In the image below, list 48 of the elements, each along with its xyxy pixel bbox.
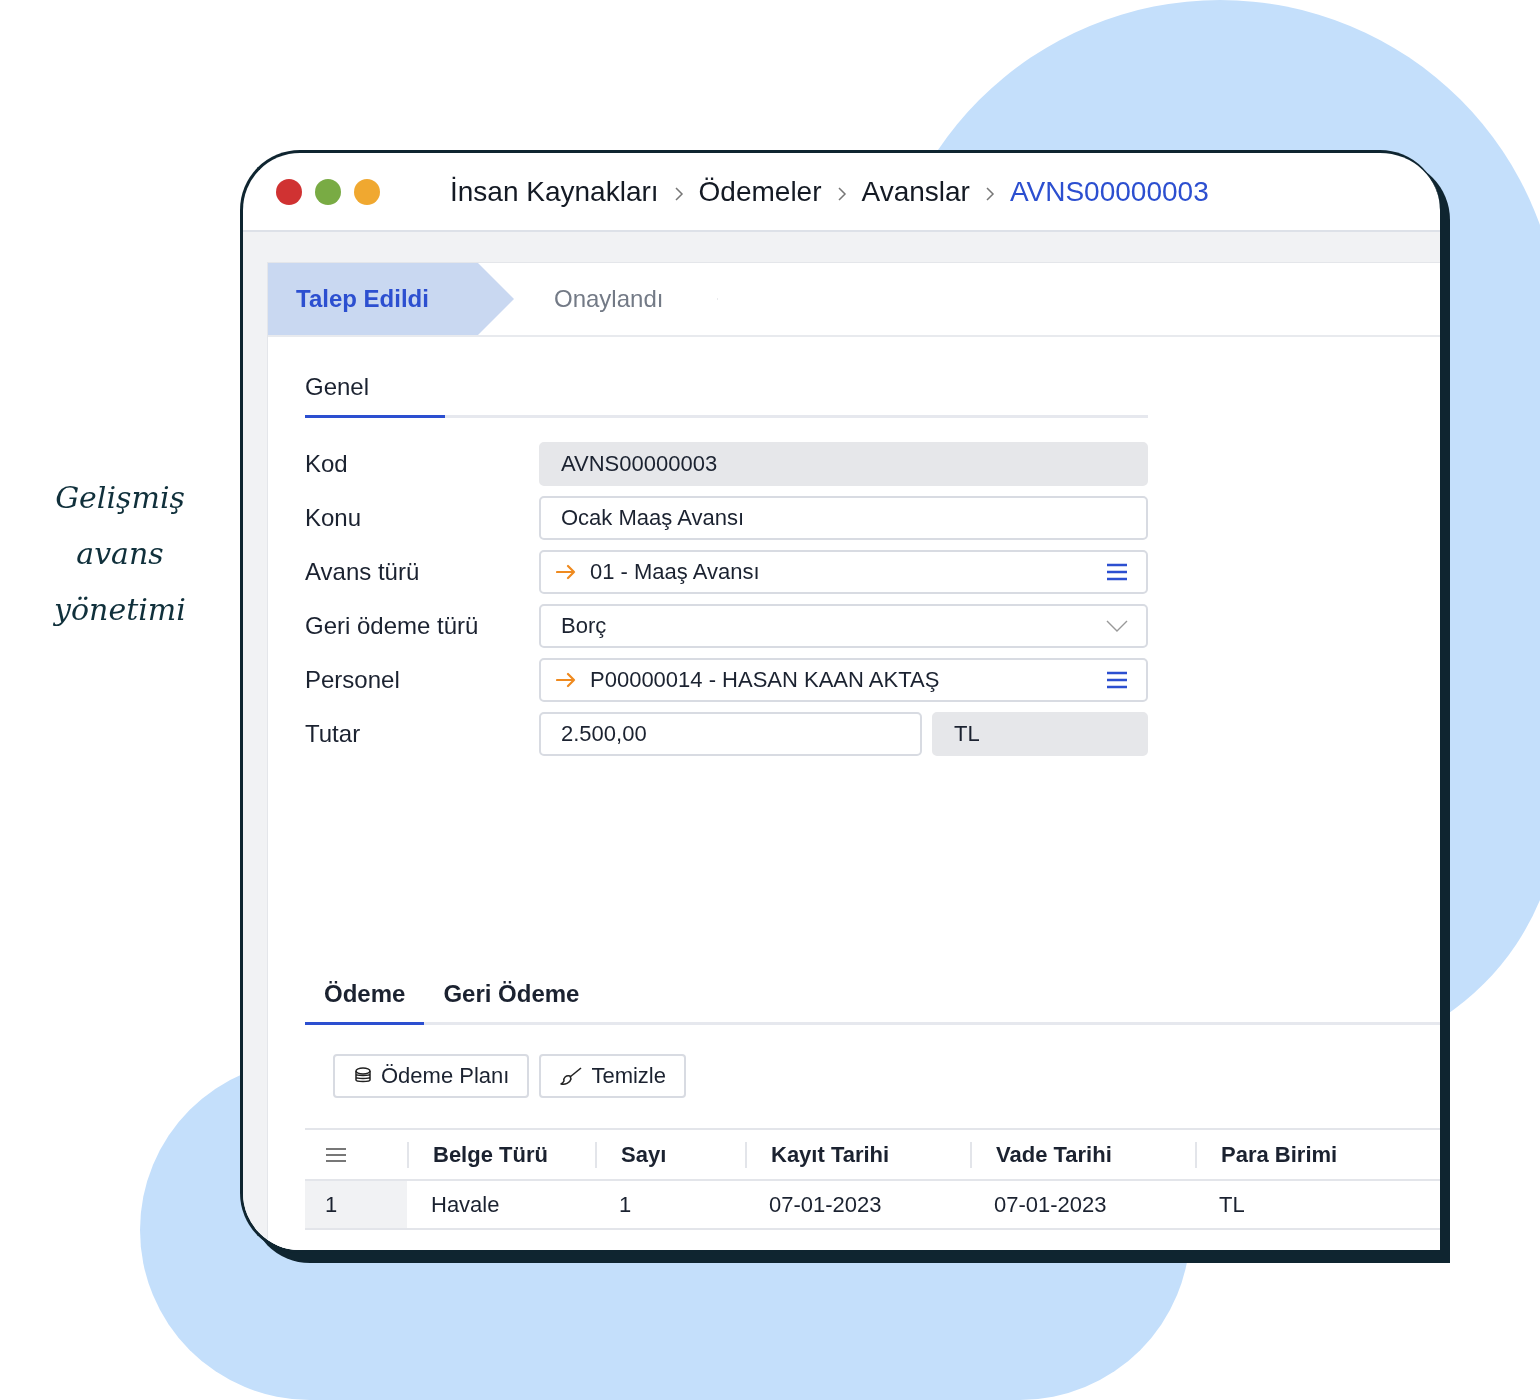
column-header[interactable]: Sayı — [595, 1141, 745, 1168]
toolbar-button[interactable]: Temizle — [539, 1054, 686, 1098]
input-field[interactable]: Ocak Maaş Avansı — [539, 496, 1148, 540]
table-cell-text: TL — [1218, 1190, 1246, 1219]
caption-text: Gelişmiş avans yönetimi — [52, 479, 187, 629]
table-cell-text: Havale — [430, 1190, 501, 1219]
tab[interactable]: Genel — [305, 363, 445, 418]
field-label: Personel — [305, 666, 401, 694]
field-label: Avans türü — [305, 558, 421, 586]
input-field[interactable]: 2.500,00 — [539, 712, 922, 756]
minimize-icon[interactable] — [354, 178, 380, 205]
arrow-right-icon — [556, 564, 576, 580]
field-label: Konu — [305, 504, 363, 532]
field-value: P00000014 - HASAN KAAN AKTAŞ — [590, 667, 941, 693]
lookup-field[interactable]: P00000014 - HASAN KAAN AKTAŞ — [539, 658, 1148, 702]
field-value: Borç — [561, 613, 608, 639]
breadcrumb-link[interactable]: Ödemeler — [698, 175, 822, 208]
column-header[interactable]: Kayıt Tarihi — [745, 1141, 970, 1168]
chevron-down-icon — [1106, 620, 1128, 632]
breadcrumb-link[interactable]: AVNS00000003 — [1009, 175, 1209, 208]
field-label: Geri ödeme türü — [305, 612, 480, 640]
table-cell-text: 07-01-2023 — [993, 1190, 1108, 1219]
breadcrumb-link[interactable]: İnsan Kaynakları — [450, 175, 659, 208]
input-field[interactable]: AVNS00000003 — [539, 442, 1148, 486]
field-label: Tutar — [305, 720, 362, 748]
maximize-icon[interactable] — [315, 178, 341, 205]
tab[interactable]: Ödeme — [305, 970, 425, 1025]
table-cell-text: 07-01-2023 — [768, 1190, 883, 1219]
field-value: 01 - Maaş Avansı — [590, 559, 761, 585]
tab[interactable]: Geri Ödeme — [424, 970, 599, 1025]
table-cell-text: 1 — [618, 1190, 633, 1219]
status-step[interactable]: Talep Edildi — [268, 263, 514, 335]
column-header[interactable]: Para Birimi — [1195, 1141, 1440, 1168]
field-label: Kod — [305, 450, 349, 478]
menu-icon — [1106, 563, 1128, 581]
lookup-field[interactable]: 01 - Maaş Avansı — [539, 550, 1148, 594]
column-header[interactable]: Vade Tarihi — [970, 1141, 1195, 1168]
dropdown[interactable]: Borç — [539, 604, 1148, 648]
arrow-right-icon — [556, 672, 576, 688]
menu-icon — [325, 1146, 347, 1163]
toolbar-button[interactable]: Ödeme Planı — [333, 1054, 530, 1098]
currency-field[interactable]: TL — [932, 712, 1148, 756]
breadcrumb-link[interactable]: Avanslar — [861, 175, 970, 208]
close-icon[interactable] — [276, 178, 302, 205]
row-number: 1 — [305, 1181, 407, 1228]
brush-icon — [559, 1066, 584, 1086]
column-header[interactable]: Belge Türü — [407, 1141, 595, 1168]
menu-icon — [1106, 671, 1128, 689]
